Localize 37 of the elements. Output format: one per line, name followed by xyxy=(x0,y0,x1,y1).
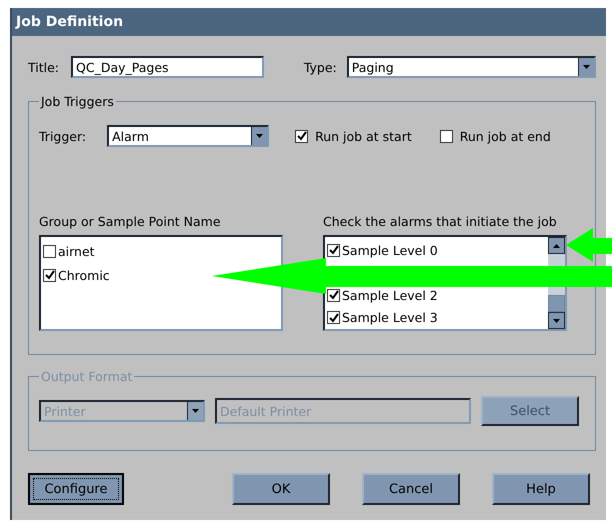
list-item[interactable]: Chromic xyxy=(58,268,110,282)
up-arrow-icon xyxy=(553,244,560,248)
down-arrow-icon xyxy=(553,318,560,322)
down-arrow-icon xyxy=(256,134,264,138)
list-item[interactable]: Sample Level 2 xyxy=(342,288,438,303)
list-item[interactable]: airnet xyxy=(58,244,95,258)
list-heading: Group or Sample Point Name xyxy=(39,214,222,229)
down-arrow-icon xyxy=(583,65,590,69)
checkbox[interactable] xyxy=(327,288,340,302)
dialog-button[interactable]: Cancel xyxy=(362,473,460,505)
dialog-button[interactable]: Help xyxy=(492,473,590,505)
checkbox[interactable] xyxy=(327,244,340,257)
checkbox-label: Run job at end xyxy=(460,128,551,144)
field-label: Title: xyxy=(28,60,59,74)
window-title: Job Definition xyxy=(16,14,124,30)
dialog-button[interactable]: Configure xyxy=(28,473,124,505)
down-arrow-icon xyxy=(192,409,199,413)
checkbox[interactable] xyxy=(440,130,453,142)
trigger-dropdown[interactable]: Alarm xyxy=(107,125,270,147)
checkbox-label: Run job at start xyxy=(315,128,412,144)
scroll-down-button[interactable] xyxy=(548,312,565,329)
field-label: Type: xyxy=(304,60,337,74)
group-legend: Output Format xyxy=(39,369,134,384)
list-heading: Check the alarms that initiate the job xyxy=(323,214,558,229)
type-dropdown[interactable]: Paging xyxy=(346,56,596,78)
group-legend: Job Triggers xyxy=(39,94,116,109)
checkbox[interactable] xyxy=(43,244,56,258)
scroll-up-button[interactable] xyxy=(548,237,565,254)
field-label: Trigger: xyxy=(39,128,86,144)
scroll-thumb[interactable] xyxy=(548,295,565,312)
checkbox[interactable] xyxy=(295,130,308,142)
checkbox[interactable] xyxy=(327,311,340,324)
list-item[interactable]: Sample Level 3 xyxy=(342,310,438,326)
title-field[interactable]: QC_Day_Pages xyxy=(71,56,264,78)
list-item[interactable]: Sample Level 0 xyxy=(342,242,438,258)
checkbox[interactable] xyxy=(43,268,56,282)
dialog-button[interactable]: OK xyxy=(232,473,330,505)
